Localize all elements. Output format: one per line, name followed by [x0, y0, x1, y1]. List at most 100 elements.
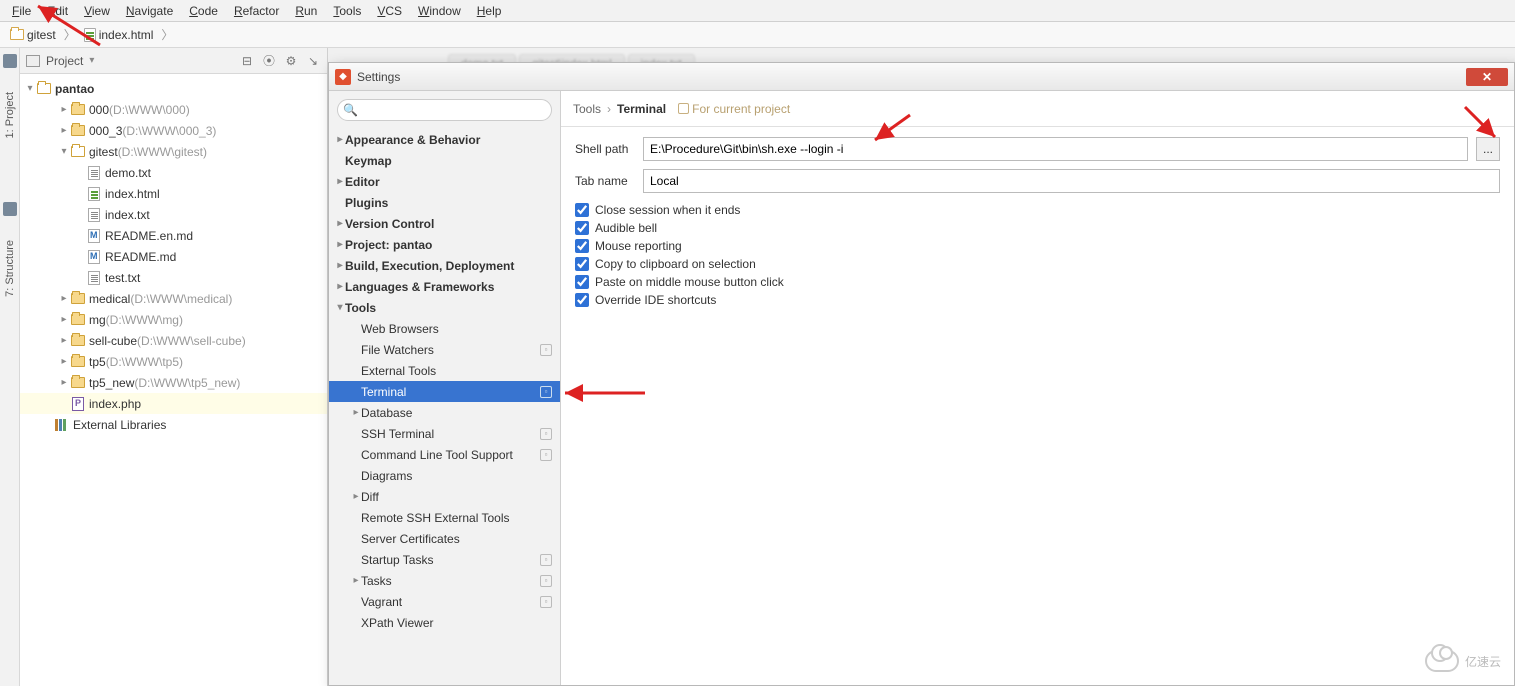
project-tree[interactable]: ▾ pantao ▸000 (D:\WWW\000)▸000_3 (D:\WWW… [20, 74, 327, 686]
nav-label: XPath Viewer [361, 616, 552, 630]
settings-nav-item[interactable]: ▸Database [329, 402, 560, 423]
file-node[interactable]: index.txt [20, 204, 327, 225]
checkbox[interactable] [575, 293, 589, 307]
gear-icon[interactable]: ⚙ [283, 53, 299, 69]
settings-nav-item[interactable]: ▸Diff [329, 486, 560, 507]
file-node[interactable]: README.en.md [20, 225, 327, 246]
folder-node[interactable]: ▸000_3 (D:\WWW\000_3) [20, 120, 327, 141]
menu-navigate[interactable]: Navigate [118, 2, 181, 20]
folder-node[interactable]: ▸medical (D:\WWW\medical) [20, 288, 327, 309]
folder-node[interactable]: ▸sell-cube (D:\WWW\sell-cube) [20, 330, 327, 351]
tab-name-input[interactable] [643, 169, 1500, 193]
expand-icon[interactable]: ▸ [58, 125, 70, 136]
checkbox[interactable] [575, 257, 589, 271]
menu-edit[interactable]: Edit [39, 2, 76, 20]
settings-nav-item[interactable]: Keymap [329, 150, 560, 171]
folder-node[interactable]: ▸000 (D:\WWW\000) [20, 99, 327, 120]
menu-file[interactable]: File [4, 2, 39, 20]
project-scope-icon: ▫ [540, 344, 552, 356]
rail-tab-structure[interactable]: 7: Structure [4, 236, 16, 301]
settings-nav-item[interactable]: Terminal▫ [329, 381, 560, 402]
settings-nav-item[interactable]: Server Certificates [329, 528, 560, 549]
settings-nav-item[interactable]: Diagrams [329, 465, 560, 486]
folder-node[interactable]: ▸tp5 (D:\WWW\tp5) [20, 351, 327, 372]
expand-icon[interactable]: ▸ [58, 356, 70, 367]
checkbox[interactable] [575, 221, 589, 235]
settings-search-input[interactable] [337, 99, 552, 121]
settings-nav-item[interactable]: ▸Editor [329, 171, 560, 192]
project-tool-icon[interactable] [3, 54, 17, 68]
checkbox-label: Audible bell [595, 221, 657, 235]
expand-icon[interactable]: ▸ [58, 314, 70, 325]
hide-icon[interactable]: ↘ [305, 53, 321, 69]
settings-nav-item[interactable]: External Tools [329, 360, 560, 381]
expand-icon[interactable]: ▸ [58, 377, 70, 388]
expand-icon[interactable]: ▾ [24, 83, 36, 94]
expand-icon: ▸ [335, 239, 345, 250]
settings-nav-item[interactable]: Web Browsers [329, 318, 560, 339]
settings-nav-item[interactable]: ▾Tools [329, 297, 560, 318]
nav-label: External Tools [361, 364, 552, 378]
breadcrumb-project[interactable]: gitest [6, 28, 60, 42]
settings-nav-item[interactable]: ▸Project: pantao [329, 234, 560, 255]
structure-tool-icon[interactable] [3, 202, 17, 216]
checkbox-row: Copy to clipboard on selection [575, 255, 1500, 273]
menu-vcs[interactable]: VCS [369, 2, 410, 20]
settings-nav-item[interactable]: File Watchers▫ [329, 339, 560, 360]
breadcrumb-file[interactable]: index.html [80, 28, 158, 42]
settings-nav-item[interactable]: ▸Build, Execution, Deployment [329, 255, 560, 276]
settings-nav-item[interactable]: Startup Tasks▫ [329, 549, 560, 570]
menu-code[interactable]: Code [181, 2, 226, 20]
collapse-all-icon[interactable]: ⊟ [239, 53, 255, 69]
file-node[interactable]: index.html [20, 183, 327, 204]
expand-icon[interactable]: ▸ [58, 293, 70, 304]
file-node[interactable]: index.php [20, 393, 327, 414]
file-node[interactable]: demo.txt [20, 162, 327, 183]
menu-tools[interactable]: Tools [325, 2, 369, 20]
nav-label: Diagrams [361, 469, 552, 483]
folder-node[interactable]: ▸tp5_new (D:\WWW\tp5_new) [20, 372, 327, 393]
settings-nav-item[interactable]: ▸Tasks▫ [329, 570, 560, 591]
settings-nav-item[interactable]: Plugins [329, 192, 560, 213]
project-root[interactable]: ▾ pantao [20, 78, 327, 99]
checkbox[interactable] [575, 275, 589, 289]
dropdown-icon[interactable]: ▾ [89, 55, 94, 66]
settings-nav-item[interactable]: XPath Viewer [329, 612, 560, 633]
browse-button[interactable]: ... [1476, 137, 1500, 161]
settings-nav-item[interactable]: Remote SSH External Tools [329, 507, 560, 528]
nav-label: Tasks [361, 574, 540, 588]
menu-refactor[interactable]: Refactor [226, 2, 287, 20]
expand-icon: ▾ [335, 302, 345, 313]
scroll-from-source-icon[interactable]: ⦿ [261, 53, 277, 69]
settings-nav-item[interactable]: ▸Appearance & Behavior [329, 129, 560, 150]
menu-window[interactable]: Window [410, 2, 469, 20]
checkbox-row: Override IDE shortcuts [575, 291, 1500, 309]
file-node[interactable]: test.txt [20, 267, 327, 288]
settings-nav-item[interactable]: Command Line Tool Support▫ [329, 444, 560, 465]
folder-node[interactable]: ▾gitest (D:\WWW\gitest) [20, 141, 327, 162]
checkbox[interactable] [575, 203, 589, 217]
expand-icon[interactable]: ▸ [58, 104, 70, 115]
settings-nav-item[interactable]: ▸Version Control [329, 213, 560, 234]
settings-nav-item[interactable]: ▸Languages & Frameworks [329, 276, 560, 297]
expand-icon[interactable]: ▸ [58, 335, 70, 346]
shell-path-input[interactable] [643, 137, 1468, 161]
dialog-titlebar[interactable]: ◆ Settings ✕ [329, 63, 1514, 91]
checkbox[interactable] [575, 239, 589, 253]
folder-node[interactable]: ▸mg (D:\WWW\mg) [20, 309, 327, 330]
menu-view[interactable]: View [76, 2, 118, 20]
external-libraries[interactable]: External Libraries [20, 414, 327, 435]
settings-nav-item[interactable]: SSH Terminal▫ [329, 423, 560, 444]
menu-help[interactable]: Help [469, 2, 510, 20]
rail-tab-project[interactable]: 1: Project [4, 88, 16, 142]
cloud-icon [1425, 650, 1459, 672]
file-node[interactable]: README.md [20, 246, 327, 267]
settings-nav-list[interactable]: ▸Appearance & BehaviorKeymap▸EditorPlugi… [329, 129, 560, 685]
settings-nav-item[interactable]: Vagrant▫ [329, 591, 560, 612]
node-hint: (D:\WWW\mg) [106, 313, 183, 327]
node-label: tp5_new [89, 376, 134, 390]
breadcrumb-file-label: index.html [99, 28, 154, 42]
expand-icon[interactable]: ▾ [58, 146, 70, 157]
menu-run[interactable]: Run [287, 2, 325, 20]
close-button[interactable]: ✕ [1466, 68, 1508, 86]
